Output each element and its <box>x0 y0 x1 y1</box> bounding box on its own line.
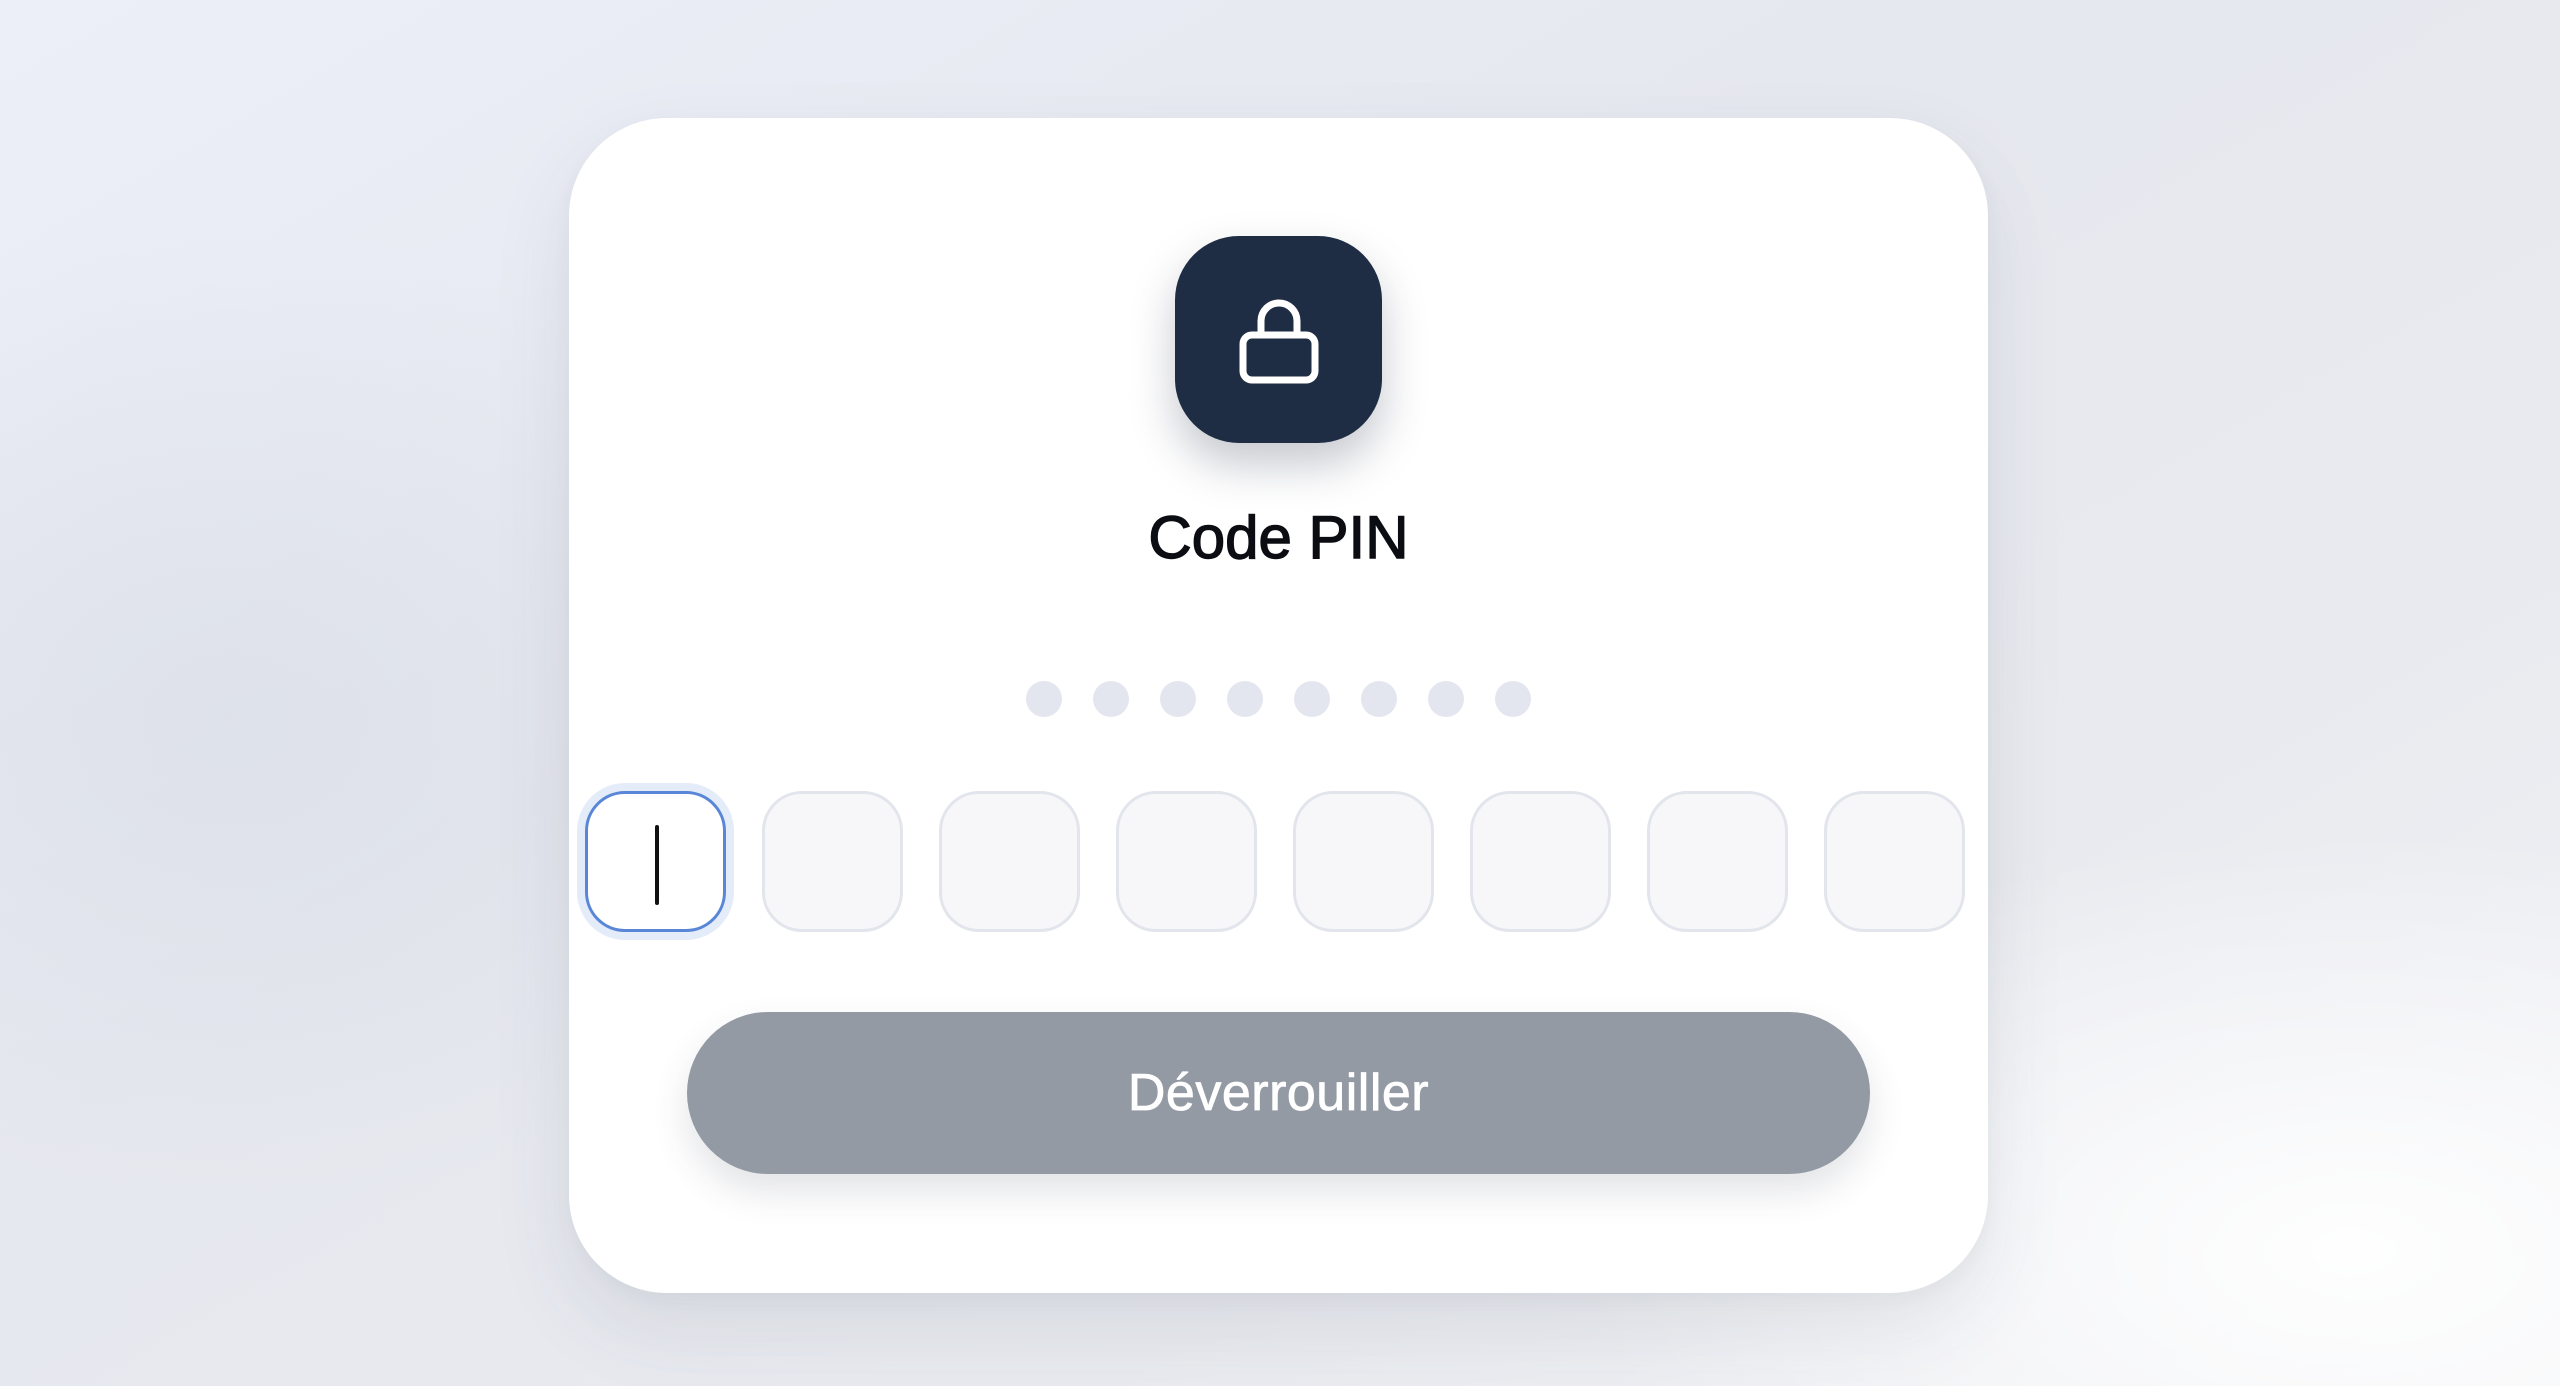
pin-progress-dot <box>1495 681 1531 717</box>
pin-digit-input[interactable] <box>1647 791 1788 932</box>
pin-progress-dot <box>1026 681 1062 717</box>
pin-progress-dot <box>1093 681 1129 717</box>
pin-digit-input[interactable] <box>585 791 726 932</box>
pin-progress-dots <box>569 681 1988 717</box>
page-title: Code PIN <box>1148 504 1410 571</box>
lock-icon <box>1239 299 1318 383</box>
pin-digit-input[interactable] <box>1116 791 1257 932</box>
pin-digit-input[interactable] <box>1470 791 1611 932</box>
pin-digit-input[interactable] <box>1824 791 1965 932</box>
pin-input-row <box>585 791 1975 936</box>
pin-progress-dot <box>1294 681 1330 717</box>
pin-progress-dot <box>1160 681 1196 717</box>
lock-tile <box>1175 236 1382 443</box>
pin-card: Code PIN Déverrouiller <box>569 118 1988 1293</box>
pin-digit-input[interactable] <box>762 791 903 932</box>
unlock-button[interactable]: Déverrouiller <box>687 1012 1870 1174</box>
pin-progress-dot <box>1428 681 1464 717</box>
text-caret <box>655 825 659 905</box>
pin-digit-input[interactable] <box>939 791 1080 932</box>
pin-progress-dot <box>1361 681 1397 717</box>
pin-digit-input[interactable] <box>1293 791 1434 932</box>
pin-progress-dot <box>1227 681 1263 717</box>
